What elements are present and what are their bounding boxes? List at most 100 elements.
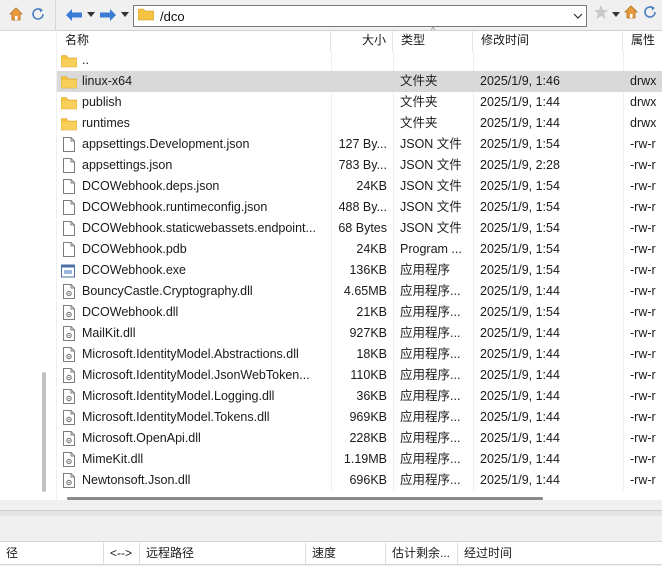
file-row[interactable]: BouncyCastle.Cryptography.dll 4.65MB 应用程序.…	[57, 281, 662, 302]
file-modified: 2025/1/9, 2:28	[480, 158, 560, 172]
file-type: 应用程序...	[400, 410, 461, 424]
file-size: 68 Bytes	[338, 221, 387, 235]
bookmark-star-icon[interactable]	[593, 4, 609, 23]
file-row[interactable]: DCOWebhook.runtimeconfig.json 488 By... JS…	[57, 197, 662, 218]
file-row[interactable]: MailKit.dll 927KB 应用程序... 2025/1/9, 1:44 -rw…	[57, 323, 662, 344]
back-history-dropdown[interactable]	[85, 4, 97, 26]
file-modified: 2025/1/9, 1:44	[480, 452, 560, 466]
file-modified: 2025/1/9, 1:54	[480, 263, 560, 277]
queue-column-eta[interactable]: 估计剩余...	[386, 542, 458, 564]
file-name-cell: DCOWebhook.dll	[61, 302, 331, 323]
path-combobox[interactable]: /dco	[133, 5, 587, 27]
file-name-cell: Microsoft.IdentityModel.Tokens.dll	[61, 407, 331, 428]
file-type: JSON 文件	[400, 137, 462, 151]
file-attributes: -rw-r	[630, 179, 656, 193]
column-header-modified[interactable]: 修改时间	[473, 31, 623, 51]
file-row[interactable]: MimeKit.dll 1.19MB 应用程序... 2025/1/9, 1:44 -r…	[57, 449, 662, 470]
dll-icon	[63, 368, 75, 383]
file-modified: 2025/1/9, 1:44	[480, 116, 560, 130]
file-row[interactable]: appsettings.json 783 By... JSON 文件 2025/1/9…	[57, 155, 662, 176]
transfer-queue-list[interactable]	[0, 566, 662, 584]
file-type: JSON 文件	[400, 158, 462, 172]
file-attributes: -rw-r	[630, 473, 656, 487]
column-header-size[interactable]: 大小	[331, 31, 393, 51]
dll-icon	[63, 410, 75, 425]
local-file-list[interactable]	[0, 30, 56, 500]
file-name: runtimes	[82, 116, 130, 130]
file-row[interactable]: runtimes 文件夹 2025/1/9, 1:44 drwx	[57, 113, 662, 134]
queue-column-local-path[interactable]: 径	[0, 542, 104, 564]
file-row[interactable]: publish 文件夹 2025/1/9, 1:44 drwx	[57, 92, 662, 113]
local-toolbar	[0, 0, 56, 30]
file-row[interactable]: Microsoft.IdentityModel.Logging.dll 36KB 应…	[57, 386, 662, 407]
file-row[interactable]: appsettings.Development.json 127 By... JSO…	[57, 134, 662, 155]
forward-history-dropdown[interactable]	[119, 4, 131, 26]
remote-file-list[interactable]: .. linux-x64 文件夹 2025/1/9, 1:46 drwx publish 文…	[57, 50, 662, 490]
queue-column-elapsed[interactable]: 经过时间	[458, 542, 662, 564]
sort-arrow-icon: ^	[431, 25, 436, 35]
file-type: 文件夹	[400, 95, 438, 109]
file-attributes: -rw-r	[630, 347, 656, 361]
file-row[interactable]: linux-x64 文件夹 2025/1/9, 1:46 drwx	[57, 71, 662, 92]
file-type: 应用程序...	[400, 326, 461, 340]
home-icon[interactable]	[8, 6, 24, 25]
file-icon	[63, 221, 75, 236]
column-header-attributes[interactable]: 属性	[623, 31, 662, 51]
home-icon[interactable]	[623, 4, 639, 23]
file-size: 24KB	[356, 179, 387, 193]
file-size: 21KB	[356, 305, 387, 319]
queue-column-direction[interactable]: <-->	[104, 542, 140, 564]
file-size: 488 By...	[338, 200, 387, 214]
file-row[interactable]: DCOWebhook.staticwebassets.endpoint... 68…	[57, 218, 662, 239]
bookmark-dropdown[interactable]	[612, 7, 620, 21]
chevron-down-icon[interactable]	[572, 9, 584, 26]
file-modified: 2025/1/9, 1:54	[480, 305, 560, 319]
file-name: DCOWebhook.deps.json	[82, 179, 220, 193]
dll-icon	[63, 305, 75, 320]
exe-icon	[61, 264, 77, 278]
remote-pane: /dco 名称 大小 类型 ^ 修改时间 属性 .. linux-x64 文件夹…	[57, 0, 662, 500]
queue-column-remote-path[interactable]: 远程路径	[140, 542, 306, 564]
file-size: 136KB	[349, 263, 387, 277]
horizontal-scrollbar-thumb[interactable]	[67, 497, 543, 500]
file-row[interactable]: Microsoft.IdentityModel.Tokens.dll 969KB 应…	[57, 407, 662, 428]
remote-toolbar: /dco	[57, 0, 662, 30]
file-attributes: -rw-r	[630, 305, 656, 319]
file-row[interactable]: DCOWebhook.dll 21KB 应用程序... 2025/1/9, 1:54 -…	[57, 302, 662, 323]
file-attributes: -rw-r	[630, 284, 656, 298]
file-row[interactable]: Microsoft.IdentityModel.Abstractions.dll…	[57, 344, 662, 365]
folder-icon	[61, 117, 78, 131]
file-attributes: -rw-r	[630, 137, 656, 151]
forward-button[interactable]	[97, 4, 119, 26]
file-row[interactable]: DCOWebhook.deps.json 24KB JSON 文件 2025/1/9,…	[57, 176, 662, 197]
file-row[interactable]: Microsoft.OpenApi.dll 228KB 应用程序... 2025/1/…	[57, 428, 662, 449]
file-name-cell: ..	[61, 50, 331, 71]
back-button[interactable]	[63, 4, 85, 26]
file-name: Newtonsoft.Json.dll	[82, 473, 191, 487]
file-attributes: -rw-r	[630, 242, 656, 256]
file-size: 228KB	[349, 431, 387, 445]
file-modified: 2025/1/9, 1:46	[480, 74, 560, 88]
file-row[interactable]: Microsoft.IdentityModel.JsonWebToken... 1…	[57, 365, 662, 386]
file-type: JSON 文件	[400, 221, 462, 235]
file-row[interactable]: ..	[57, 50, 662, 71]
file-name: linux-x64	[82, 74, 133, 88]
column-header-name[interactable]: 名称	[57, 31, 331, 51]
file-row[interactable]: Newtonsoft.Json.dll 696KB 应用程序... 2025/1/9,…	[57, 470, 662, 490]
file-name: Microsoft.IdentityModel.Tokens.dll	[82, 410, 270, 424]
file-size: 110KB	[350, 368, 387, 382]
folder-icon	[61, 54, 78, 68]
local-scrollbar[interactable]	[42, 372, 46, 492]
horizontal-scrollbar[interactable]	[57, 491, 662, 500]
file-row[interactable]: DCOWebhook.exe 136KB 应用程序 2025/1/9, 1:54 -rw…	[57, 260, 662, 281]
pane-splitter[interactable]	[0, 510, 662, 516]
refresh-icon[interactable]	[30, 6, 46, 25]
file-name-cell: appsettings.Development.json	[61, 134, 331, 155]
file-attributes: -rw-r	[630, 263, 656, 277]
refresh-icon[interactable]	[642, 4, 658, 23]
queue-column-speed[interactable]: 速度	[306, 542, 386, 564]
file-name-cell: Microsoft.IdentityModel.JsonWebToken...	[61, 365, 331, 386]
file-name-cell: MimeKit.dll	[61, 449, 331, 470]
file-row[interactable]: DCOWebhook.pdb 24KB Program ... 2025/1/9, 1…	[57, 239, 662, 260]
file-name: BouncyCastle.Cryptography.dll	[82, 284, 253, 298]
